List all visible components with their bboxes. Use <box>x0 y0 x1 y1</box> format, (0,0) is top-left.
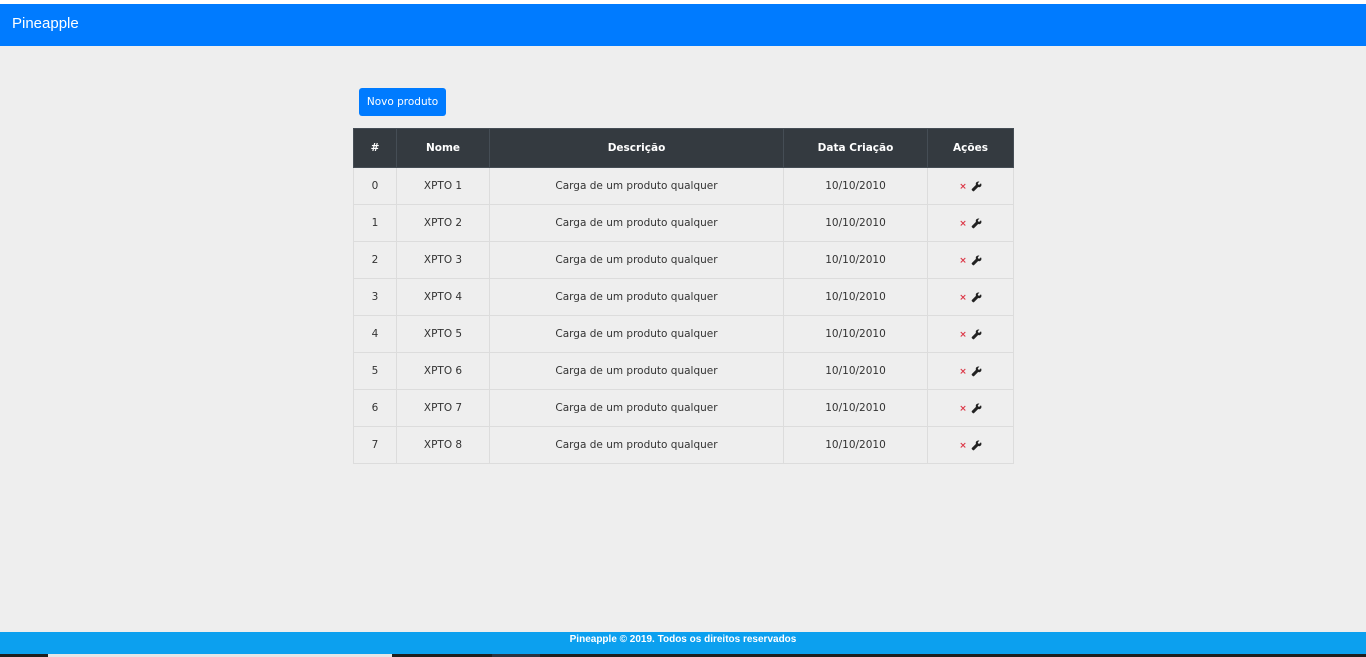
cell-name: XPTO 3 <box>396 241 490 279</box>
table-row: 6 XPTO 7 Carga de um produto qualquer 10/10… <box>353 389 1014 427</box>
cell-date: 10/10/2010 <box>783 278 928 316</box>
cell-description: Carga de um produto qualquer <box>489 315 784 353</box>
cell-description: Carga de um produto qualquer <box>489 389 784 427</box>
close-icon[interactable]: × <box>959 367 967 377</box>
cell-actions: × <box>927 389 1014 427</box>
wrench-icon[interactable] <box>971 403 982 414</box>
cell-name: XPTO 6 <box>396 352 490 390</box>
row-actions: × <box>959 366 982 377</box>
row-actions: × <box>959 403 982 414</box>
cell-actions: × <box>927 167 1014 205</box>
cell-description: Carga de um produto qualquer <box>489 426 784 464</box>
column-header-description: Descrição <box>489 128 784 168</box>
close-icon[interactable]: × <box>959 256 967 266</box>
cell-date: 10/10/2010 <box>783 204 928 242</box>
close-icon[interactable]: × <box>959 219 967 229</box>
cell-description: Carga de um produto qualquer <box>489 241 784 279</box>
footer-text: Pineapple © 2019. Todos os direitos rese… <box>569 634 797 645</box>
cell-date: 10/10/2010 <box>783 167 928 205</box>
cell-actions: × <box>927 278 1014 316</box>
wrench-icon[interactable] <box>971 181 982 192</box>
table-row: 1 XPTO 2 Carga de um produto qualquer 10/10… <box>353 204 1014 242</box>
cell-description: Carga de um produto qualquer <box>489 204 784 242</box>
cell-actions: × <box>927 426 1014 464</box>
cell-description: Carga de um produto qualquer <box>489 278 784 316</box>
navbar: Pineapple <box>0 4 1366 46</box>
cell-name: XPTO 5 <box>396 315 490 353</box>
wrench-icon[interactable] <box>971 329 982 340</box>
cell-date: 10/10/2010 <box>783 241 928 279</box>
wrench-icon[interactable] <box>971 440 982 451</box>
cell-id: 7 <box>353 426 397 464</box>
cell-id: 2 <box>353 241 397 279</box>
cell-actions: × <box>927 315 1014 353</box>
row-actions: × <box>959 440 982 451</box>
cell-name: XPTO 4 <box>396 278 490 316</box>
cell-name: XPTO 8 <box>396 426 490 464</box>
table-row: 7 XPTO 8 Carga de um produto qualquer 10/10… <box>353 426 1014 464</box>
cell-name: XPTO 1 <box>396 167 490 205</box>
new-product-button[interactable]: Novo produto <box>359 88 446 116</box>
cell-id: 6 <box>353 389 397 427</box>
table-row: 0 XPTO 1 Carga de um produto qualquer 10/10… <box>353 167 1014 205</box>
table-row: 2 XPTO 3 Carga de um produto qualquer 10/10… <box>353 241 1014 279</box>
row-actions: × <box>959 255 982 266</box>
cell-id: 1 <box>353 204 397 242</box>
brand-logo[interactable]: Pineapple <box>12 15 79 32</box>
cell-date: 10/10/2010 <box>783 389 928 427</box>
row-actions: × <box>959 329 982 340</box>
cell-date: 10/10/2010 <box>783 315 928 353</box>
table-row: 3 XPTO 4 Carga de um produto qualquer 10/10… <box>353 278 1014 316</box>
close-icon[interactable]: × <box>959 441 967 451</box>
table-header-row: # Nome Descrição Data Criação Ações <box>353 128 1014 168</box>
cell-id: 3 <box>353 278 397 316</box>
cell-id: 5 <box>353 352 397 390</box>
close-icon[interactable]: × <box>959 404 967 414</box>
column-header-name: Nome <box>396 128 490 168</box>
wrench-icon[interactable] <box>971 292 982 303</box>
row-actions: × <box>959 218 982 229</box>
wrench-icon[interactable] <box>971 366 982 377</box>
column-header-actions: Ações <box>927 128 1014 168</box>
cell-actions: × <box>927 204 1014 242</box>
cell-date: 10/10/2010 <box>783 426 928 464</box>
column-header-id: # <box>353 128 397 168</box>
cell-id: 4 <box>353 315 397 353</box>
cell-name: XPTO 2 <box>396 204 490 242</box>
table-row: 4 XPTO 5 Carga de um produto qualquer 10/10… <box>353 315 1014 353</box>
row-actions: × <box>959 181 982 192</box>
close-icon[interactable]: × <box>959 182 967 192</box>
cell-id: 0 <box>353 167 397 205</box>
cell-date: 10/10/2010 <box>783 352 928 390</box>
products-table: # Nome Descrição Data Criação Ações 0 XPT… <box>353 128 1014 464</box>
cell-name: XPTO 7 <box>396 389 490 427</box>
cell-description: Carga de um produto qualquer <box>489 167 784 205</box>
wrench-icon[interactable] <box>971 255 982 266</box>
cell-actions: × <box>927 352 1014 390</box>
cell-description: Carga de um produto qualquer <box>489 352 784 390</box>
footer: Pineapple © 2019. Todos os direitos rese… <box>0 632 1366 654</box>
wrench-icon[interactable] <box>971 218 982 229</box>
column-header-date: Data Criação <box>783 128 928 168</box>
table-row: 5 XPTO 6 Carga de um produto qualquer 10/10… <box>353 352 1014 390</box>
row-actions: × <box>959 292 982 303</box>
close-icon[interactable]: × <box>959 293 967 303</box>
cell-actions: × <box>927 241 1014 279</box>
close-icon[interactable]: × <box>959 330 967 340</box>
